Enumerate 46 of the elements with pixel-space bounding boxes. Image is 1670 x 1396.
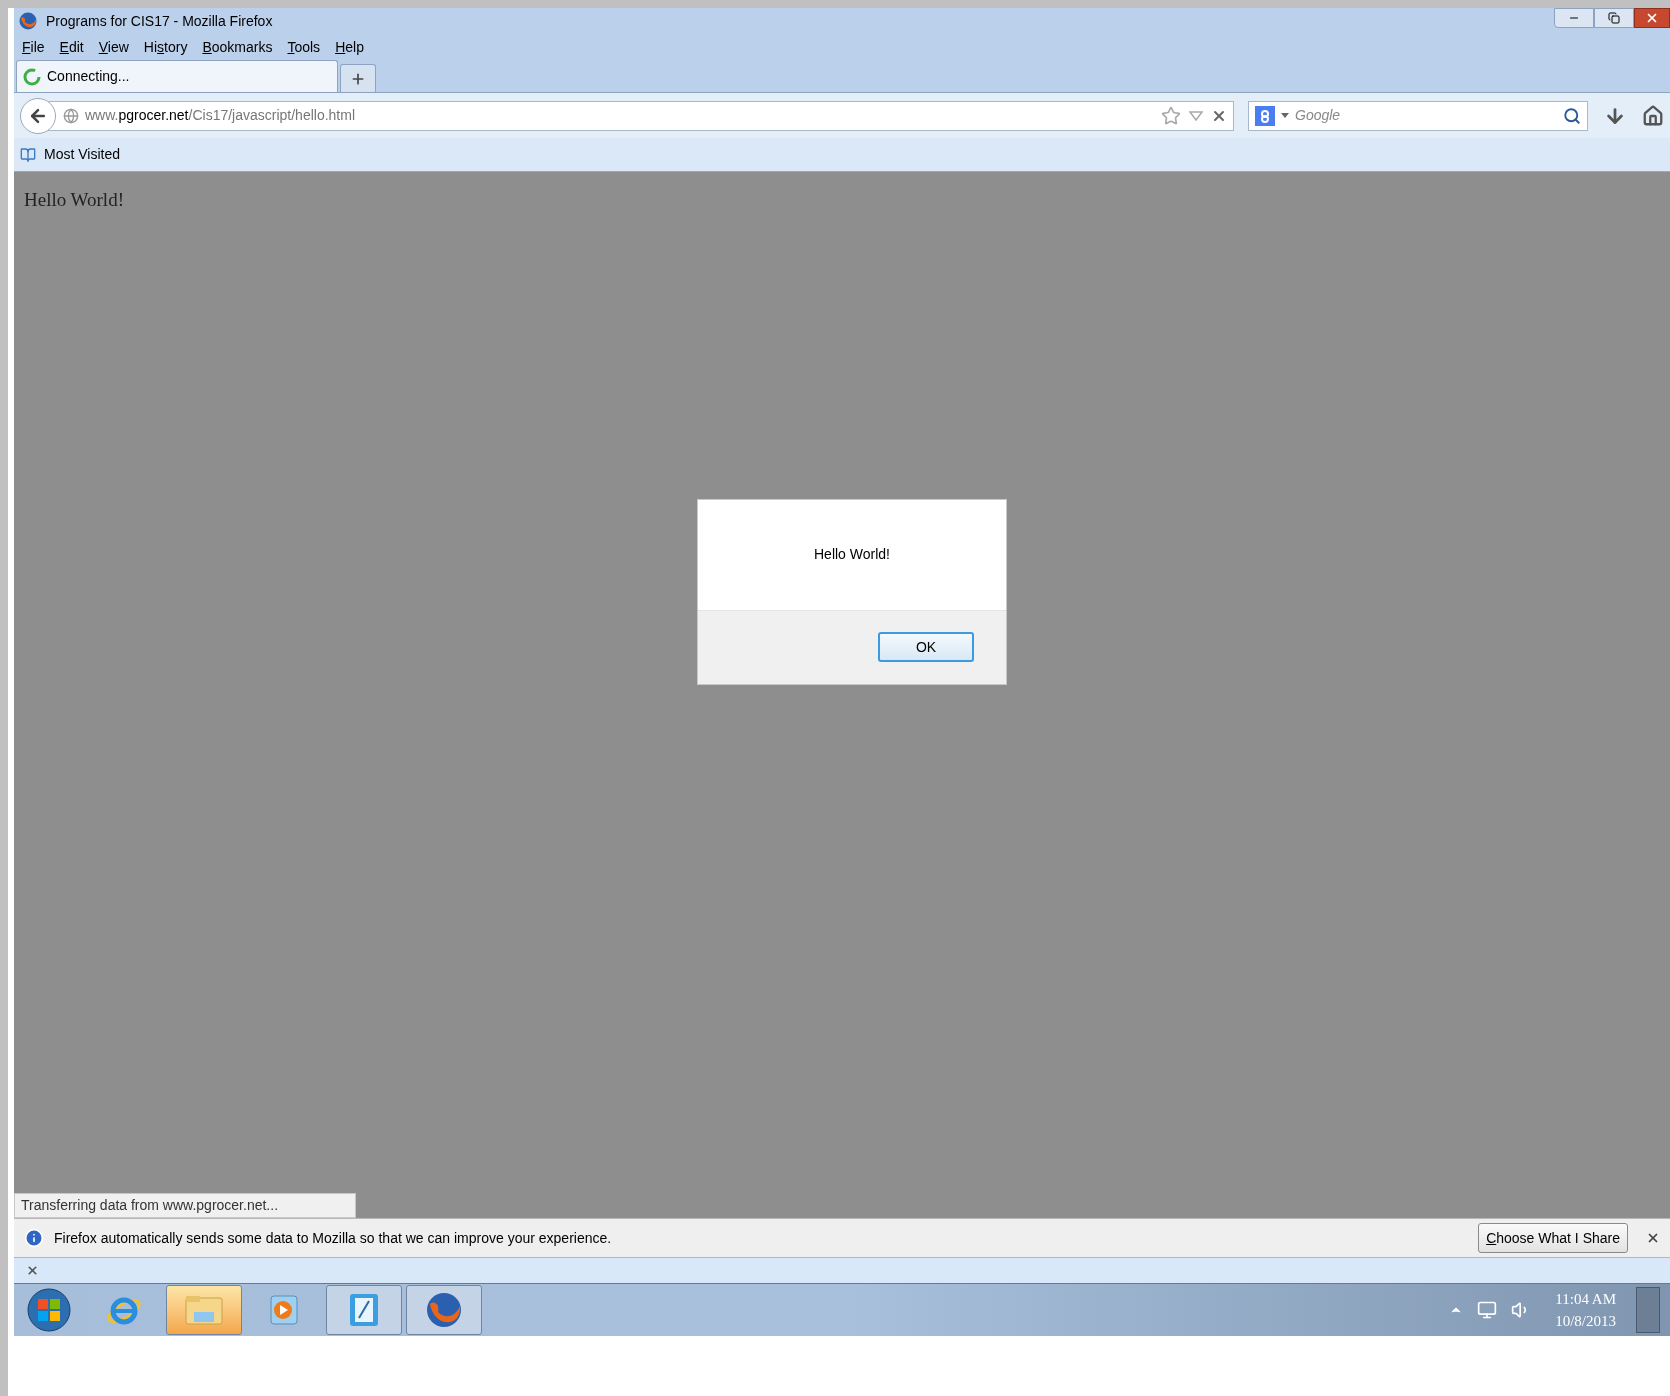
caret-icon[interactable] xyxy=(1281,112,1289,119)
dialog-message: Hello World! xyxy=(814,545,890,564)
close-button[interactable] xyxy=(1634,8,1670,28)
restore-icon xyxy=(1608,12,1620,24)
menu-item[interactable]: Bookmarks xyxy=(202,36,273,58)
dropdown-triangle-icon[interactable] xyxy=(1189,110,1203,121)
search-icon[interactable] xyxy=(1563,106,1581,125)
notification-message: Firefox automatically sends some data to Mozilla so that we can improve your experience. xyxy=(54,1228,612,1248)
menu-item[interactable]: Tools xyxy=(287,36,321,58)
menu-item[interactable]: History xyxy=(143,36,188,58)
restore-button[interactable] xyxy=(1594,8,1634,28)
window-title: Programs for CIS17 - Mozilla Firefox xyxy=(46,11,273,31)
notepad-icon xyxy=(347,1292,381,1328)
taskbar-app-button[interactable] xyxy=(166,1285,242,1335)
network-icon[interactable] xyxy=(1477,1300,1498,1320)
play-icon xyxy=(267,1293,301,1327)
search-field[interactable]: Google xyxy=(1248,100,1588,131)
taskbar-app-button[interactable] xyxy=(406,1285,482,1335)
info-icon xyxy=(24,1228,44,1248)
minimize-button[interactable] xyxy=(1554,8,1594,28)
search-engine-icon[interactable] xyxy=(1255,105,1275,126)
close-icon[interactable] xyxy=(26,1264,39,1277)
tab-title: Connecting... xyxy=(47,67,130,86)
page-text: Hello World! xyxy=(24,189,124,210)
fox-globe-icon xyxy=(18,11,38,31)
address-field[interactable]: www.pgrocer.net/Cis17/javascript/hello.html xyxy=(48,100,1234,131)
close-icon[interactable] xyxy=(1646,1231,1660,1245)
book-icon xyxy=(20,146,36,163)
choose-what-i-share-button[interactable]: Choose What I Share xyxy=(1478,1223,1628,1253)
search-input[interactable]: Google xyxy=(1295,105,1557,126)
bookmark-folder[interactable]: Most Visited xyxy=(20,144,120,165)
menu-item[interactable]: Edit xyxy=(59,36,84,58)
globe-icon xyxy=(63,107,79,124)
new-tab-button[interactable] xyxy=(340,64,376,92)
ok-button[interactable]: OK xyxy=(878,632,974,662)
fox-globe-icon xyxy=(424,1290,464,1330)
home-icon[interactable] xyxy=(1642,104,1664,127)
status-text: Transferring data from www.pgrocer.net... xyxy=(14,1193,356,1218)
menu-item[interactable]: File xyxy=(22,36,45,58)
taskbar-app-button[interactable] xyxy=(326,1285,402,1335)
close-icon xyxy=(1645,11,1659,25)
back-button[interactable] xyxy=(20,97,56,134)
menu-item[interactable]: View xyxy=(98,36,129,58)
bookmark-star-icon[interactable] xyxy=(1161,105,1181,126)
browser-tab[interactable]: Connecting... xyxy=(16,60,338,92)
menu-item[interactable]: Help xyxy=(335,36,364,58)
